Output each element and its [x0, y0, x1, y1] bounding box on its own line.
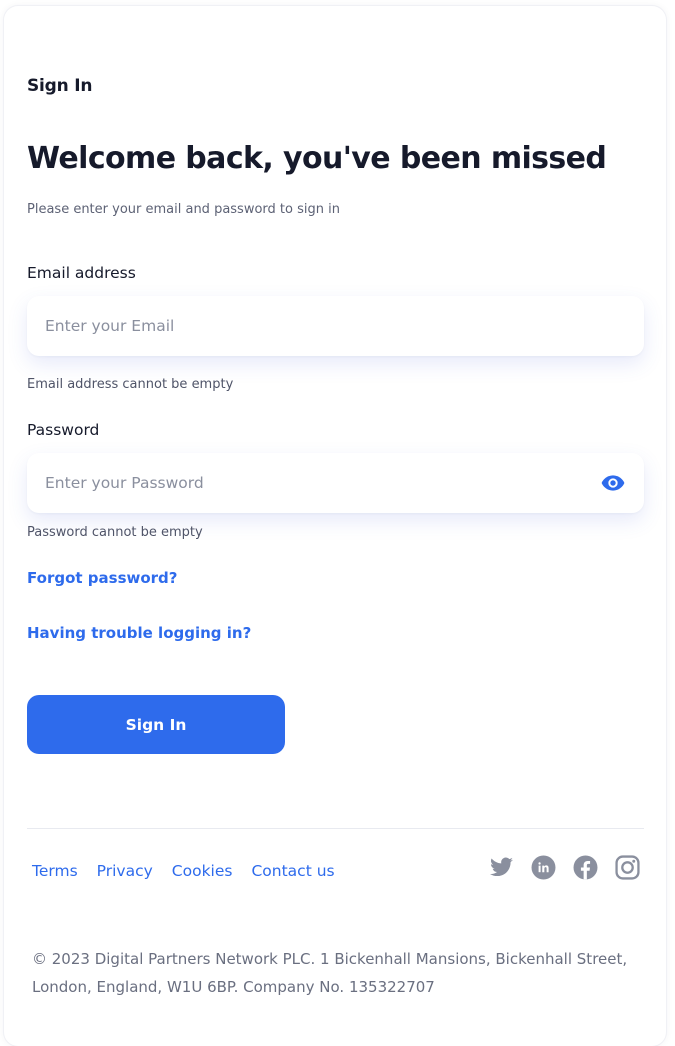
forgot-password-link[interactable]: Forgot password? [27, 569, 178, 587]
privacy-link[interactable]: Privacy [97, 862, 153, 880]
footer-divider [27, 828, 644, 829]
contact-us-link[interactable]: Contact us [251, 862, 334, 880]
footer-links: Terms Privacy Cookies Contact us [32, 862, 335, 880]
email-field [27, 296, 644, 356]
terms-link[interactable]: Terms [32, 862, 78, 880]
email-input[interactable] [45, 296, 585, 356]
password-error: Password cannot be empty [27, 525, 203, 540]
email-label: Email address [27, 264, 136, 282]
copyright-notice: © 2023 Digital Partners Network PLC. 1 B… [32, 950, 628, 996]
linkedin-icon[interactable] [531, 855, 556, 880]
social-links [489, 855, 640, 880]
trouble-logging-in-link[interactable]: Having trouble logging in? [27, 624, 251, 642]
password-label: Password [27, 421, 100, 439]
page-title: Welcome back, you've been missed [27, 141, 607, 176]
page-subtitle: Please enter your email and password to … [27, 202, 340, 217]
eye-icon[interactable] [600, 470, 626, 496]
password-field [27, 453, 644, 513]
twitter-icon[interactable] [489, 855, 514, 880]
cookies-link[interactable]: Cookies [172, 862, 233, 880]
breadcrumb: Sign In [27, 76, 93, 96]
sign-in-button[interactable]: Sign In [27, 695, 285, 754]
facebook-icon[interactable] [573, 855, 598, 880]
email-error: Email address cannot be empty [27, 377, 234, 392]
password-input[interactable] [45, 453, 585, 513]
instagram-icon[interactable] [615, 855, 640, 880]
